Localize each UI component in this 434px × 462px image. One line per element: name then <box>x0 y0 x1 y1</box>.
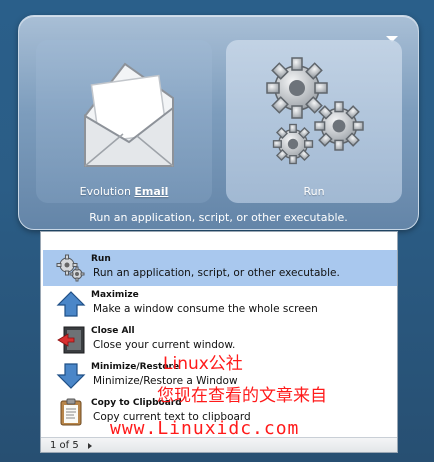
watermark-line-1: Linux公社 <box>163 354 243 374</box>
watermark-line-2: 您现在查看的文章来自 <box>157 386 327 406</box>
list-item-desc: Run an application, script, or other exe… <box>93 267 340 279</box>
watermark-line-3: www.Linuxidc.com <box>110 418 300 439</box>
clipboard-icon <box>60 398 82 426</box>
pager: 1 of 5 <box>41 437 397 452</box>
tile-evolution-email-label: Evolution Email <box>79 185 169 198</box>
pager-label: 1 of 5 <box>50 440 79 451</box>
arrow-down-icon <box>56 363 86 389</box>
panel-caption: Run an application, script, or other exe… <box>89 211 348 224</box>
arrow-up-icon <box>56 291 86 317</box>
tile-evolution-email[interactable]: Evolution Email <box>36 40 212 203</box>
close-window-icon <box>57 326 85 354</box>
envelope-icon <box>84 62 174 167</box>
list-item-desc: Make a window consume the whole screen <box>93 303 318 315</box>
next-page-icon[interactable] <box>88 443 92 449</box>
list-item-title: Close All <box>91 326 135 336</box>
tile-run-label: Run <box>303 185 325 198</box>
list-item-title: Run <box>91 254 111 264</box>
gears-icon <box>266 57 364 165</box>
list-item-title: Maximize <box>91 290 139 300</box>
gears-icon <box>56 254 85 282</box>
list-item-run[interactable]: Run Run an application, script, or other… <box>43 250 397 286</box>
list-item-maximize[interactable]: Maximize Make a window consume the whole… <box>43 286 397 322</box>
launcher-panel: Evolution Email Run Run an application, … <box>18 15 419 230</box>
tile-run[interactable]: Run <box>226 40 402 203</box>
